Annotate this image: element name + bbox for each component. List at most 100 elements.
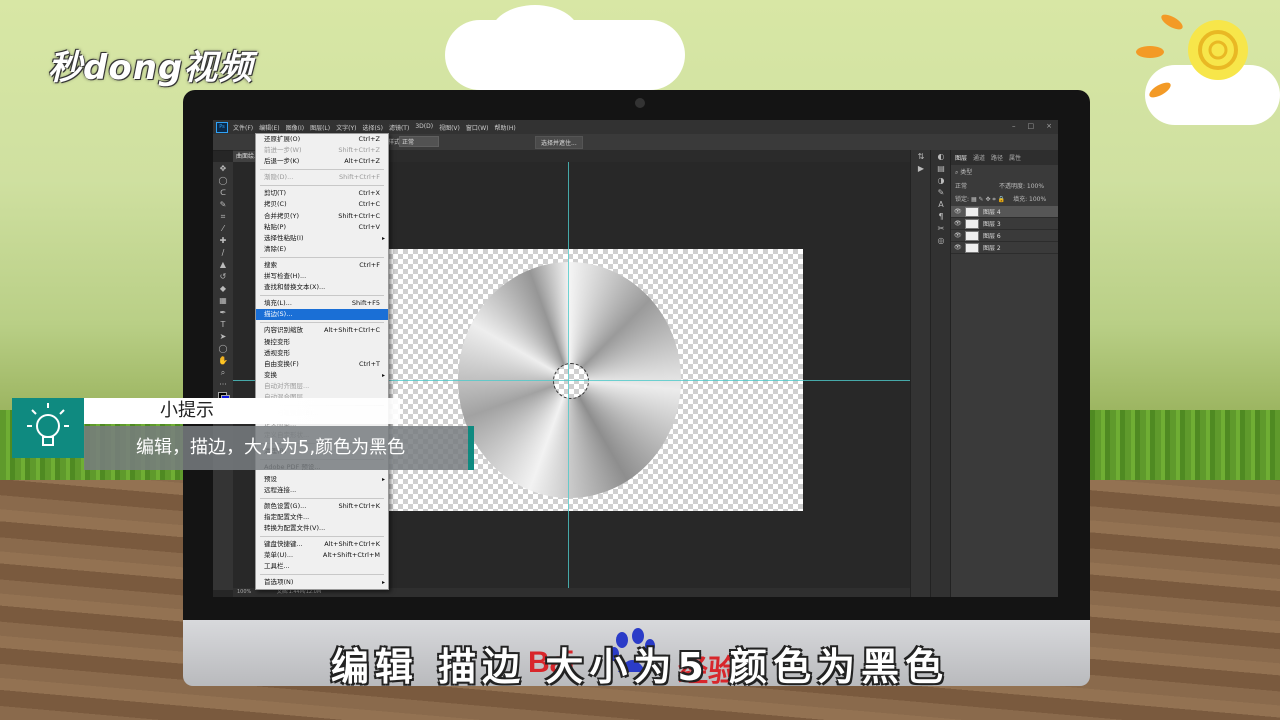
history-panel-icon[interactable]: ⇅ [916, 152, 926, 162]
edit-menu-item[interactable]: 内容识别缩放 Alt+Shift+Ctrl+C [256, 325, 388, 336]
edit-menu-item[interactable]: 首选项(N) ▸ [256, 577, 388, 588]
edit-menu-item[interactable]: 拷贝(C) Ctrl+C [256, 199, 388, 210]
menu-11[interactable]: 帮助(H) [495, 123, 516, 132]
edit-menu-item[interactable]: 搜索 Ctrl+F [256, 260, 388, 271]
tab-properties[interactable]: 属性 [1009, 153, 1021, 162]
opacity-label: 不透明度: [998, 183, 1025, 190]
eye-icon[interactable]: 👁 [954, 208, 962, 215]
opacity-value[interactable]: 100% [1027, 183, 1044, 190]
menu-10[interactable]: 窗口(W) [466, 123, 489, 132]
color-panel-icon[interactable]: ◐ [936, 152, 946, 162]
brush-tool-icon[interactable]: ∕ [218, 248, 228, 258]
edit-menu-item[interactable]: 查找和替换文本(X)... [256, 282, 388, 293]
style-dropdown[interactable]: 正常 [399, 136, 439, 147]
lasso-tool-icon[interactable]: ᑕ [218, 188, 228, 198]
move-tool-icon[interactable]: ✥ [218, 164, 228, 174]
marquee-tool-icon[interactable]: ◯ [218, 176, 228, 186]
gradient-tool-icon[interactable]: ▦ [218, 296, 228, 306]
pen-tool-icon[interactable]: ✒ [218, 308, 228, 318]
select-and-mask-button[interactable]: 选择并遮住... [535, 136, 583, 149]
edit-menu-item[interactable]: 后退一步(K) Alt+Ctrl+Z [256, 156, 388, 167]
menu-9[interactable]: 视图(V) [439, 123, 460, 132]
layer-row[interactable]: 👁 图层 2 [951, 242, 1058, 254]
character-panel-icon[interactable]: A [936, 200, 946, 210]
menu-8[interactable]: 3D(D) [415, 123, 433, 132]
hand-tool-icon[interactable]: ✋ [218, 356, 228, 366]
tools-preset-icon[interactable]: ✂ [936, 224, 946, 234]
eraser-tool-icon[interactable]: ◆ [218, 284, 228, 294]
edit-menu-item[interactable]: 颜色设置(G)... Shift+Ctrl+K [256, 501, 388, 512]
menu-2[interactable]: 编辑(E) [259, 123, 279, 132]
minimize-icon[interactable]: – [1012, 122, 1016, 130]
submenu-arrow-icon: ▸ [381, 371, 385, 379]
edit-menu-item[interactable]: 转换为配置文件(V)... [256, 523, 388, 534]
quick-select-tool-icon[interactable]: ✎ [218, 200, 228, 210]
edit-menu-item[interactable]: 还原扩展(O) Ctrl+Z [256, 134, 388, 145]
edit-menu-item[interactable]: 指定配置文件... [256, 512, 388, 523]
tab-channels[interactable]: 通道 [973, 153, 985, 162]
edit-menu-item[interactable]: 菜单(U)... Alt+Shift+Ctrl+M [256, 550, 388, 561]
blend-and-opacity: 正常 不透明度: 100% [951, 179, 1058, 192]
paragraph-panel-icon[interactable]: ¶ [936, 212, 946, 222]
close-icon[interactable]: × [1046, 122, 1052, 130]
menu-1[interactable]: 文件(F) [233, 123, 253, 132]
eye-icon[interactable]: 👁 [954, 244, 962, 251]
eyedropper-tool-icon[interactable]: ⁄ [218, 224, 228, 234]
eye-icon[interactable]: 👁 [954, 220, 962, 227]
submenu-arrow-icon: ▸ [381, 475, 385, 483]
blend-mode-dropdown[interactable]: 正常 [955, 183, 967, 190]
healing-tool-icon[interactable]: ✚ [218, 236, 228, 246]
layer-list: 👁 图层 4 👁 图层 3 👁 图层 6 👁 图层 2 [951, 206, 1058, 254]
stroke-menu-item[interactable]: 描边(S)... [256, 309, 388, 321]
lock-icons[interactable]: ▦ ✎ ✥ ⌗ 🔒 [971, 196, 1005, 203]
edit-menu-item[interactable]: 合并拷贝(Y) Shift+Ctrl+C [256, 211, 388, 222]
path-select-icon[interactable]: ➤ [218, 332, 228, 342]
edit-menu-item[interactable]: 剪切(T) Ctrl+X [256, 188, 388, 199]
fill-value[interactable]: 100% [1029, 196, 1046, 203]
crop-tool-icon[interactable]: ⌗ [218, 212, 228, 222]
menu-7[interactable]: 滤镜(T) [389, 123, 409, 132]
menu-4[interactable]: 图层(L) [310, 123, 330, 132]
edit-menu-item[interactable]: 粘贴(P) Ctrl+V [256, 222, 388, 233]
edit-menu-item[interactable]: 远程连接... [256, 485, 388, 496]
edit-menu-item[interactable]: 透视变形 [256, 348, 388, 359]
swatches-panel-icon[interactable]: ▤ [936, 164, 946, 174]
layer-row[interactable]: 👁 图层 6 [951, 230, 1058, 242]
history-brush-icon[interactable]: ↺ [218, 272, 228, 282]
shape-tool-icon[interactable]: ◯ [218, 344, 228, 354]
edit-menu-item[interactable]: 自由变换(F) Ctrl+T [256, 359, 388, 370]
menu-3[interactable]: 图像(I) [286, 123, 304, 132]
edit-menu-item[interactable]: 选择性粘贴(I) ▸ [256, 233, 388, 244]
adjustments-panel-icon[interactable]: ◑ [936, 176, 946, 186]
menu-item-label: 预设 [264, 474, 277, 483]
zoom-tool-icon[interactable]: ⌕ [218, 368, 228, 378]
eye-icon[interactable]: 👁 [954, 232, 962, 239]
stamp-tool-icon[interactable]: ▲ [218, 260, 228, 270]
edit-menu-item[interactable]: 操控变形 [256, 337, 388, 348]
tab-paths[interactable]: 路径 [991, 153, 1003, 162]
menu-5[interactable]: 文字(Y) [336, 123, 356, 132]
menu-separator [260, 322, 384, 324]
brush-panel-icon[interactable]: ✎ [936, 188, 946, 198]
more-tools-icon[interactable]: ··· [218, 380, 228, 390]
menu-separator [260, 295, 384, 297]
edit-menu-item[interactable]: 变换 ▸ [256, 370, 388, 381]
submenu-arrow-icon: ▸ [381, 234, 385, 242]
edit-menu-item[interactable]: 工具栏... [256, 561, 388, 572]
edit-menu-item[interactable]: 预设 ▸ [256, 474, 388, 485]
tab-layers[interactable]: 图层 [955, 153, 967, 162]
menu-item-shortcut: Shift+Ctrl+F [339, 173, 380, 182]
menu-6[interactable]: 选择(S) [362, 123, 383, 132]
edit-menu-item[interactable]: 拼写检查(H)... [256, 271, 388, 282]
layer-row[interactable]: 👁 图层 4 [951, 206, 1058, 218]
layer-row[interactable]: 👁 图层 3 [951, 218, 1058, 230]
play-icon[interactable]: ▶ [916, 164, 926, 174]
guide-vertical[interactable] [568, 162, 569, 590]
maximize-icon[interactable]: □ [1028, 122, 1035, 130]
3d-panel-icon[interactable]: ◎ [936, 236, 946, 246]
edit-menu-item[interactable]: 填充(L)... Shift+F5 [256, 298, 388, 309]
edit-menu-item[interactable]: 清除(E) [256, 244, 388, 255]
type-tool-icon[interactable]: T [218, 320, 228, 330]
edit-menu-item[interactable]: 键盘快捷键... Alt+Shift+Ctrl+K [256, 539, 388, 550]
layer-kind-filter[interactable]: ⌕ 类型 [951, 165, 1058, 179]
